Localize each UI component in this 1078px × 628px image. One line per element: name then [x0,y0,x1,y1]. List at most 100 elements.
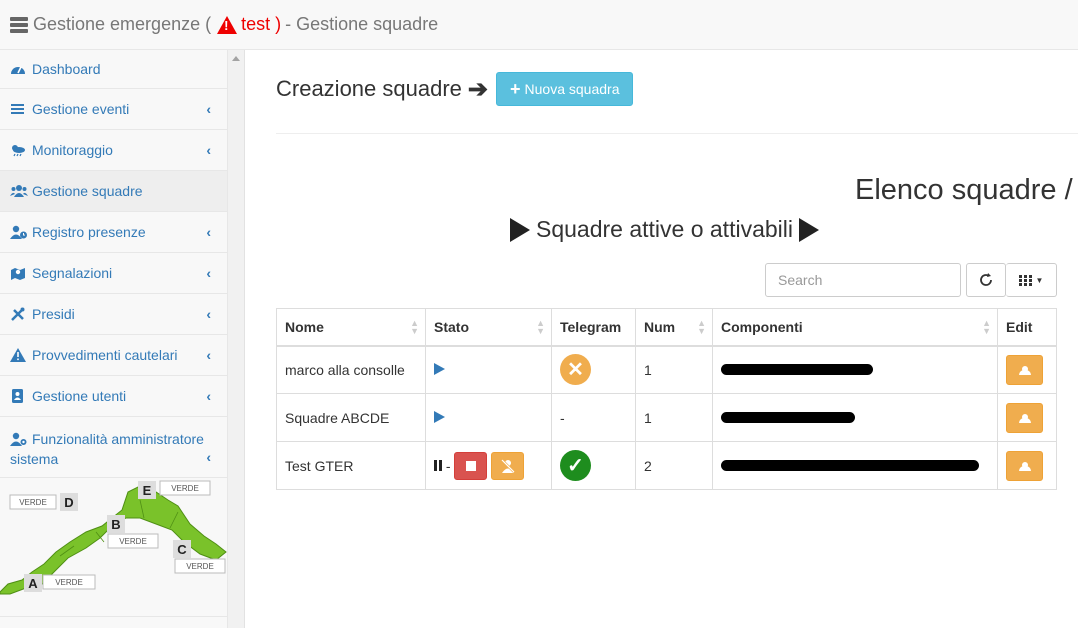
chevron-left-icon: ‹ [206,101,211,117]
attive-heading: Squadre attive o attivabili [504,216,825,243]
cell-num: 1 [635,345,713,394]
sidebar-item-registro-presenze[interactable]: Registro presenze ‹ [0,212,227,253]
cell-edit [997,393,1057,442]
sidebar-item-provvedimenti-cautelari[interactable]: Provvedimenti cautelari ‹ [0,335,227,376]
column-header-stato[interactable]: Stato ▲ ▼ [425,308,552,347]
cell-edit [997,345,1057,394]
users-icon [1018,365,1032,375]
dashboard-icon [10,62,26,76]
sidebar-item-dashboard[interactable]: Dashboard [0,50,227,89]
edit-members-button[interactable] [1006,354,1043,385]
sidebar-item-presidi[interactable]: Presidi ‹ [0,294,227,335]
address-book-icon [10,389,26,403]
divider [276,133,1078,134]
user-clock-icon [10,225,27,239]
main-content: Creazione squadre ➔ + Nuova squadra Elen… [246,50,1078,628]
sidebar: Dashboard Gestione eventi ‹ Monitoraggio… [0,50,228,628]
chevron-left-icon: ‹ [206,265,211,281]
sort-icon: ▲ ▼ [982,317,991,336]
play-icon[interactable] [434,410,445,423]
elenco-title: Elenco squadre / [855,174,1073,206]
close-paren: ) [275,14,282,34]
sidebar-item-label: Gestione eventi [32,101,130,117]
users-icon [1018,461,1032,471]
column-header-edit: Edit [997,308,1057,347]
users-icon [1018,413,1032,423]
sidebar-item-label: Funzionalità amministratore sistema [10,431,204,467]
sidebar-item-label: Gestione utenti [32,388,127,404]
table-header-row: Nome ▲ ▼ Stato ▲ ▼ Telegram Num ▲ ▼ Componenti… [276,308,1057,347]
table-row: Squadre ABCDE - 1 [276,393,1057,442]
creazione-heading: Creazione squadre ➔ + Nuova squadra [276,72,634,106]
play-icon [799,217,819,242]
warning-icon [10,348,26,362]
sidebar-item-gestione-eventi[interactable]: Gestione eventi ‹ [0,89,227,130]
liguria-alert-map[interactable]: VERDE D E VERDE B VERDE C VERDE A VERDE [0,480,228,615]
column-header-componenti[interactable]: Componenti ▲ ▼ [712,308,998,347]
sidebar-item-funzionalita-amministratore[interactable]: Funzionalità amministratore sistema ‹ [0,417,227,478]
column-header-nome[interactable]: Nome ▲ ▼ [276,308,426,347]
sidebar-item-label: Dashboard [32,61,101,77]
sidebar-item-gestione-utenti[interactable]: Gestione utenti ‹ [0,376,227,417]
server-icon [10,16,28,33]
chevron-left-icon: ‹ [206,347,211,363]
sidebar-item-label: Registro presenze [32,224,146,240]
cell-stato: - [425,441,552,490]
tools-icon [10,307,26,321]
chevron-left-icon: ‹ [206,142,211,158]
map-marker-icon [10,266,26,280]
env-label: test [241,14,271,34]
stop-button[interactable] [454,451,488,480]
sidebar-scrollbar[interactable] [228,50,245,628]
cell-componenti [712,393,998,442]
stop-icon [465,460,476,471]
redacted-text [721,411,855,423]
cell-telegram: ✓ [551,441,636,490]
zone-d-letter: D [64,495,73,510]
column-header-label: Nome [285,318,324,335]
sidebar-item-label: Segnalazioni [32,265,113,281]
cell-telegram: ✕ [551,345,636,394]
table-row: Test GTER - ✓ 2 [276,441,1057,490]
redacted-text [721,459,979,471]
sidebar-item-label-wrap: Funzionalità amministratore sistema [10,429,210,469]
plus-icon: + [510,78,521,99]
sidebar-item-label: Monitoraggio [32,142,113,158]
edit-members-button[interactable] [1006,402,1043,433]
cell-nome: marco alla consolle [276,345,426,394]
column-header-label: Edit [1006,318,1033,335]
user-cog-icon [10,431,27,446]
table-row: marco alla consolle ✕ 1 [276,345,1057,394]
sidebar-item-gestione-squadre[interactable]: Gestione squadre [0,171,227,212]
play-icon[interactable] [434,362,445,375]
refresh-icon [980,273,992,286]
cell-num: 1 [635,393,713,442]
scroll-up-icon[interactable] [232,56,240,61]
columns-toggle-button[interactable]: ▼ [1006,263,1057,297]
zone-d-status: VERDE [19,498,47,507]
sidebar-item-label: Presidi [32,306,75,322]
list-icon [10,102,26,116]
sidebar-item-monitoraggio[interactable]: Monitoraggio ‹ [0,130,227,171]
new-team-button[interactable]: + Nuova squadra [496,72,634,106]
column-header-telegram: Telegram [551,308,636,347]
zone-a-status: VERDE [55,578,83,587]
search-input[interactable] [765,263,961,297]
weather-icon [10,143,26,157]
column-header-num[interactable]: Num ▲ ▼ [635,308,713,347]
top-navbar: Gestione emergenze ( test ) - Gestione s… [0,0,1078,50]
warning-icon [217,15,238,34]
column-header-label: Telegram [560,318,622,335]
zone-e-status: VERDE [171,484,199,493]
sidebar-item-segnalazioni[interactable]: Segnalazioni ‹ [0,253,227,294]
redacted-text [721,363,873,375]
cell-num: 2 [635,441,713,490]
remove-user-button[interactable] [491,451,525,480]
edit-members-button[interactable] [1006,450,1043,481]
zone-e-letter: E [143,483,152,498]
sort-icon: ▲ ▼ [697,317,706,336]
cell-componenti [712,345,998,394]
cell-nome: Test GTER [276,441,426,490]
refresh-button[interactable] [966,263,1006,297]
teams-table: Nome ▲ ▼ Stato ▲ ▼ Telegram Num ▲ ▼ Componenti… [276,308,1057,490]
